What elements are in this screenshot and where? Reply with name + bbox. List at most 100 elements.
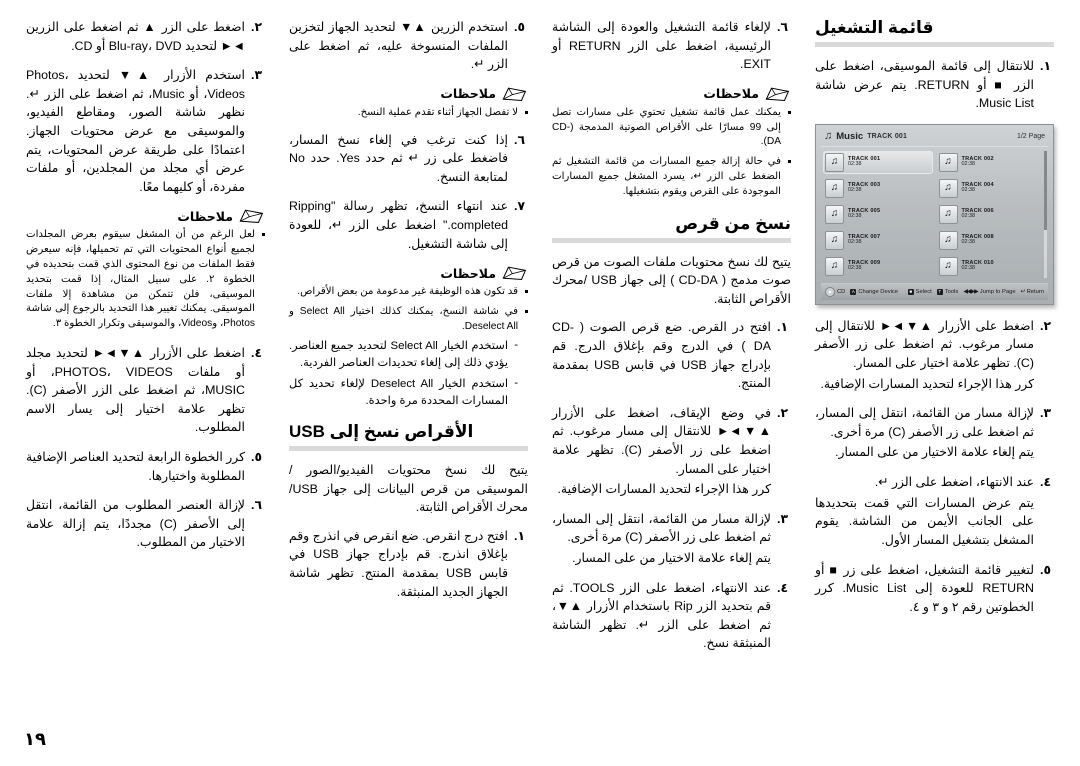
step-number: ٣. bbox=[777, 511, 789, 526]
pencil-icon bbox=[239, 208, 265, 224]
a-button-icon: A bbox=[850, 288, 857, 295]
music-list-screenshot: ♫ Music TRACK 001 1/2 Page ♫ TRACK 001 0… bbox=[815, 123, 1054, 305]
track-time: 02:38 bbox=[961, 265, 976, 272]
section-heading-playlist: قائمة التشغيل bbox=[815, 18, 934, 37]
scrollbar-thumb[interactable] bbox=[1044, 150, 1047, 230]
track-tile[interactable]: ♫ TRACK 006 02:38 bbox=[937, 203, 1047, 226]
track-tile[interactable]: ♫ TRACK 001 02:38 bbox=[823, 150, 933, 174]
notes-label: ملاحظات bbox=[703, 87, 759, 102]
column-playlist: قائمة التشغيل ١. للانتقال إلى قائمة المو… bbox=[803, 18, 1066, 756]
track-tile[interactable]: ♫ TRACK 010 02:38 bbox=[937, 255, 1047, 278]
list-item: ٤. اضغط على الأزرار ▲▼◄► لتحديد مجلد أو … bbox=[26, 344, 265, 437]
device-steps: ٢. اضغط على الزر ▲ ثم اضغط على الزرين ◄►… bbox=[26, 18, 265, 196]
note-text: في شاشة النسخ، يمكنك كذلك اختيار Select … bbox=[289, 306, 518, 332]
step-number: ٢. bbox=[1040, 318, 1052, 333]
footer-change-device[interactable]: A Change Device bbox=[850, 288, 899, 295]
screenshot-footer-bar: CD A Change Device ■ Select T Tools ◀◀▶▶… bbox=[821, 282, 1048, 300]
list-item: ٤. عند الانتهاء، اضغط على الزر TOOLS. ثم… bbox=[552, 579, 791, 653]
step-number: ٦. bbox=[251, 498, 263, 513]
track-time: 02:38 bbox=[848, 239, 862, 246]
music-note-icon: ♫ bbox=[938, 152, 958, 172]
track-tile[interactable]: ♫ TRACK 008 02:38 bbox=[937, 229, 1047, 252]
music-note-icon: ♫ bbox=[824, 129, 833, 142]
screenshot-title: Music bbox=[836, 130, 864, 142]
step-sub-text: يتم عرض المسارات التي قمت بتحديدها على ا… bbox=[815, 495, 1034, 547]
track-tile[interactable]: ♫ TRACK 007 02:38 bbox=[823, 229, 933, 252]
step-number: ٢. bbox=[777, 405, 789, 420]
heading-rule bbox=[815, 42, 1054, 47]
rip-step-five: ٥. استخدم الزرين ▲▼ لتحديد الجهاز لتخزين… bbox=[289, 18, 528, 74]
notes-header: ملاحظات bbox=[26, 208, 265, 224]
track-tile[interactable]: ♫ TRACK 002 02:38 bbox=[937, 151, 1047, 174]
skip-arrows-icon: ◀◀▶▶ bbox=[963, 289, 979, 296]
enter-button-icon: ■ bbox=[907, 288, 914, 295]
footer-select[interactable]: ■ Select bbox=[907, 288, 932, 295]
list-item: ٢. في وضع الإيقاف، اضغط على الأزرار ▲▼◄►… bbox=[552, 404, 791, 499]
note-item: لعل الرغم من أن المشغل سيقوم بعرض المجلد… bbox=[26, 228, 265, 331]
note-item: يمكنك عمل قائمة تشغيل تحتوي على مسارات ت… bbox=[552, 106, 791, 150]
page-number: ١٩ bbox=[24, 729, 46, 749]
section-heading-copy-from-disc: نسخ من قرص bbox=[675, 213, 791, 233]
step-number: ٦. bbox=[514, 132, 526, 147]
step-number: ٥. bbox=[251, 450, 263, 464]
footer-tools[interactable]: T Tools bbox=[936, 288, 958, 295]
section-heading-rip-to-usb: الأقراص نسخ إلى USB bbox=[289, 422, 474, 442]
music-note-icon: ♫ bbox=[825, 152, 844, 172]
footer-jump-to-page[interactable]: ◀◀▶▶ Jump to Page bbox=[963, 288, 1015, 296]
footer-return[interactable]: ↵ Return bbox=[1021, 288, 1044, 296]
playlist-steps: ١. للانتقال إلى قائمة الموسيقى، اضغط على… bbox=[815, 57, 1054, 113]
notes-label: ملاحظات bbox=[440, 266, 496, 281]
music-note-icon: ♫ bbox=[938, 204, 958, 224]
step-text: في وضع الإيقاف، اضغط على الأزرار ▲▼◄► لل… bbox=[552, 404, 771, 499]
screenshot-titlebar: ♫ Music TRACK 001 1/2 Page bbox=[821, 129, 1048, 147]
step-number: ٦. bbox=[777, 20, 789, 34]
scrollbar[interactable] bbox=[1044, 150, 1047, 278]
copy-from-disc-steps: ١. افتح در القرص. ضع قرص الصوت ( CD-DA )… bbox=[552, 318, 791, 653]
screenshot-page-indicator: 1/2 Page bbox=[1016, 132, 1045, 140]
step-text: عند انتهاء النسخ، تظهر رسالة "Ripping co… bbox=[289, 199, 508, 251]
music-note-icon: ♫ bbox=[825, 204, 844, 224]
step-number: ٤. bbox=[777, 580, 789, 595]
list-item: ٣. لإزالة مسار من القائمة، انتقل إلى الم… bbox=[815, 404, 1054, 462]
heading-rule bbox=[289, 446, 528, 452]
note-item: في حالة إزالة جميع المسارات من قائمة الت… bbox=[552, 155, 791, 199]
step-number: ٣. bbox=[1040, 406, 1052, 421]
step-number: ٢. bbox=[251, 20, 263, 34]
step-number: ٧. bbox=[514, 199, 526, 214]
track-tile[interactable]: ♫ TRACK 004 02:38 bbox=[937, 177, 1047, 200]
step-sub-text: يتم إلغاء علامة الاختيار من على المسار. bbox=[572, 551, 771, 566]
notes-list: لا تفصل الجهاز أثناء تقدم عملية النسخ. bbox=[289, 106, 528, 121]
list-item: ٥. لتغيير قائمة التشغيل، اضغط على زر ■ أ… bbox=[815, 561, 1054, 617]
step-sub-text: كرر هذا الإجراء لتحديد المسارات الإضافية… bbox=[557, 482, 771, 497]
footer-change-device-label: Change Device bbox=[858, 288, 899, 295]
step-number: ١. bbox=[1040, 59, 1052, 73]
step-text: اضغط على الزر ▲ ثم اضغط على الزرين ◄► لت… bbox=[26, 20, 245, 53]
footer-source: CD bbox=[825, 286, 845, 297]
track-column-right: ♫ TRACK 002 02:38 ♫ TRACK 004 02:38 ♫ TR… bbox=[937, 151, 1047, 278]
footer-return-label: Return bbox=[1026, 288, 1044, 295]
column-rip-to-usb: ٥. استخدم الزرين ▲▼ لتحديد الجهاز لتخزين… bbox=[277, 18, 540, 756]
step-main-text: في وضع الإيقاف، اضغط على الأزرار ▲▼◄► لل… bbox=[552, 405, 771, 476]
rip-to-usb-steps: ١. افتح درج انقرص. ضع انقرص في انذرج وقم… bbox=[289, 527, 528, 601]
step-text: كرر الخطوة الرابعة لتحديد العناصر الإضاف… bbox=[26, 450, 245, 483]
list-item: ٣. استخدم الأزرار ▲▼ لتحديد Photos، Vide… bbox=[26, 66, 265, 196]
step-text: استخدم الزرين ▲▼ لتحديد الجهاز لتخزين ال… bbox=[289, 20, 508, 72]
step-main-text: اضغط على الأزرار ▲▼◄► للانتقال إلى مسار … bbox=[815, 318, 1034, 371]
track-tile[interactable]: ♫ TRACK 005 02:38 bbox=[823, 203, 933, 226]
track-time: 02:38 bbox=[961, 187, 976, 194]
step-text: عند الانتهاء، اضغط على الزر TOOLS. ثم قم… bbox=[552, 580, 771, 651]
track-time: 02:38 bbox=[961, 239, 976, 246]
step-number: ٥. bbox=[1040, 562, 1052, 577]
step-text: لإزالة مسار من القائمة، انتقل إلى المسار… bbox=[552, 510, 771, 568]
step-number: ١. bbox=[777, 320, 789, 335]
tools-button-icon: T bbox=[936, 288, 943, 295]
step-sub-text: كرر هذا الإجراء لتحديد المسارات الإضافية… bbox=[820, 376, 1034, 391]
column-device-steps: ٢. اضغط على الزر ▲ ثم اضغط على الزرين ◄►… bbox=[14, 18, 277, 756]
track-tile[interactable]: ♫ TRACK 009 02:38 bbox=[823, 255, 933, 278]
disc-icon bbox=[825, 286, 835, 297]
track-tile[interactable]: ♫ TRACK 003 02:38 bbox=[823, 177, 933, 200]
notes-label: ملاحظات bbox=[440, 87, 496, 102]
step-text: عند الانتهاء، اضغط على الزر ↵. يتم عرض ا… bbox=[815, 473, 1034, 549]
step-text: افتح درج انقرص. ضع انقرص في انذرج وقم بإ… bbox=[289, 528, 509, 599]
list-item: ٧. عند انتهاء النسخ، تظهر رسالة "Ripping… bbox=[289, 197, 528, 253]
